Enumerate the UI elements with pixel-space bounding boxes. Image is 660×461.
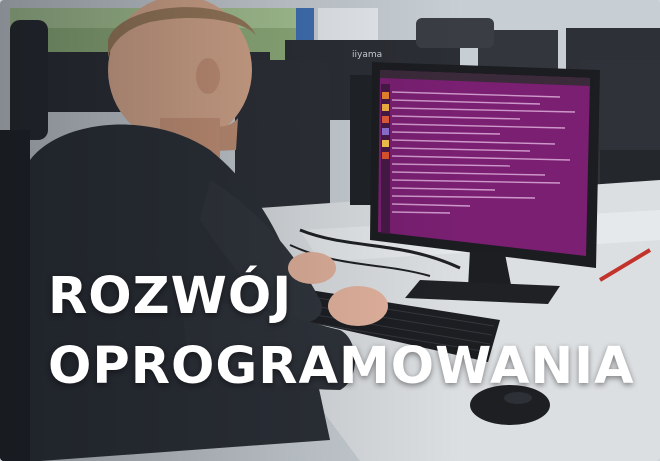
card-title: ROZWÓJ OPROGRAMOWANIA [48,262,635,402]
card-title-line-2: OPROGRAMOWANIA [48,337,635,396]
monitor-brand-label: iiyama [352,50,382,60]
promo-card[interactable]: iiyama ROZWÓJ OPROGRAMOWANIA [0,0,660,461]
card-title-line-1: ROZWÓJ [48,267,293,326]
